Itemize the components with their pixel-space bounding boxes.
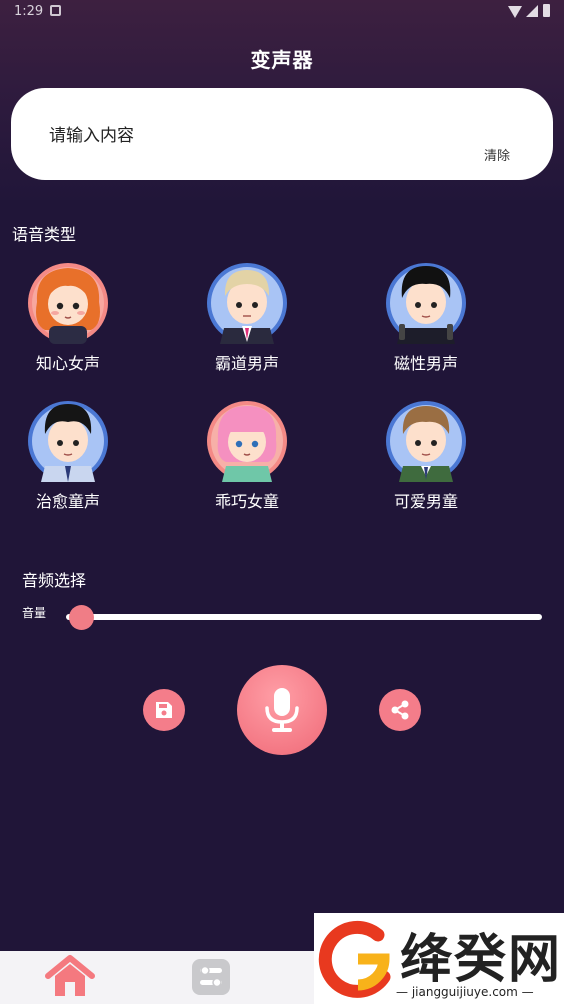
watermark-logo-icon xyxy=(318,920,391,998)
share-icon xyxy=(391,700,409,720)
voice-item-3[interactable]: 治愈童声 xyxy=(8,400,128,512)
clear-button[interactable]: 清除 xyxy=(484,145,510,164)
volume-slider-track[interactable] xyxy=(66,614,542,620)
voice-label: 霸道男声 xyxy=(214,354,279,373)
tab-home[interactable] xyxy=(44,954,96,1000)
audio-select-title: 音频选择 xyxy=(22,571,87,590)
status-time: 1:29 xyxy=(14,4,44,19)
wifi-icon xyxy=(508,6,522,18)
record-button[interactable] xyxy=(237,665,327,755)
voice-type-title: 语音类型 xyxy=(12,225,77,244)
avatar-black-hair-boy-tie-icon xyxy=(27,400,109,482)
voice-label: 磁性男声 xyxy=(393,354,458,373)
voice-item-2[interactable]: 磁性男声 xyxy=(366,262,486,374)
watermark: 绛癸网 — jiangguijiuye.com — xyxy=(314,913,564,1004)
tools-icon xyxy=(192,959,230,995)
voice-item-5[interactable]: 可爱男童 xyxy=(366,400,486,512)
watermark-text: 绛癸网 xyxy=(400,930,563,990)
voice-item-0[interactable]: 知心女声 xyxy=(8,262,128,374)
save-icon xyxy=(156,702,172,718)
voice-label: 知心女声 xyxy=(35,354,100,373)
share-button[interactable] xyxy=(379,689,421,731)
voice-item-4[interactable]: 乖巧女童 xyxy=(187,400,307,512)
avatar-black-hair-boy-headphones-icon xyxy=(385,262,467,344)
battery-icon xyxy=(543,4,550,17)
notification-icon xyxy=(50,5,61,16)
avatar-pink-hair-girl-icon xyxy=(206,400,288,482)
text-input[interactable] xyxy=(49,124,429,148)
voice-label: 治愈童声 xyxy=(35,492,100,511)
volume-label: 音量 xyxy=(22,606,47,620)
avatar-brown-hair-boy-vest-icon xyxy=(385,400,467,482)
status-bar: 1:29 xyxy=(0,0,564,26)
voice-item-1[interactable]: 霸道男声 xyxy=(187,262,307,374)
volume-slider-thumb[interactable] xyxy=(69,605,94,630)
watermark-url: — jiangguijiuye.com — xyxy=(396,985,534,999)
microphone-icon xyxy=(265,688,299,732)
tab-tools[interactable] xyxy=(190,957,232,997)
page-title: 变声器 xyxy=(250,48,314,72)
home-icon xyxy=(45,955,95,996)
text-input-card: 清除 xyxy=(11,88,553,180)
signal-icon xyxy=(526,5,538,17)
save-button[interactable] xyxy=(143,689,185,731)
avatar-orange-hair-girl-icon xyxy=(27,262,109,344)
voice-label: 可爱男童 xyxy=(393,492,458,511)
voice-label: 乖巧女童 xyxy=(214,492,279,511)
avatar-blond-boy-icon xyxy=(206,262,288,344)
